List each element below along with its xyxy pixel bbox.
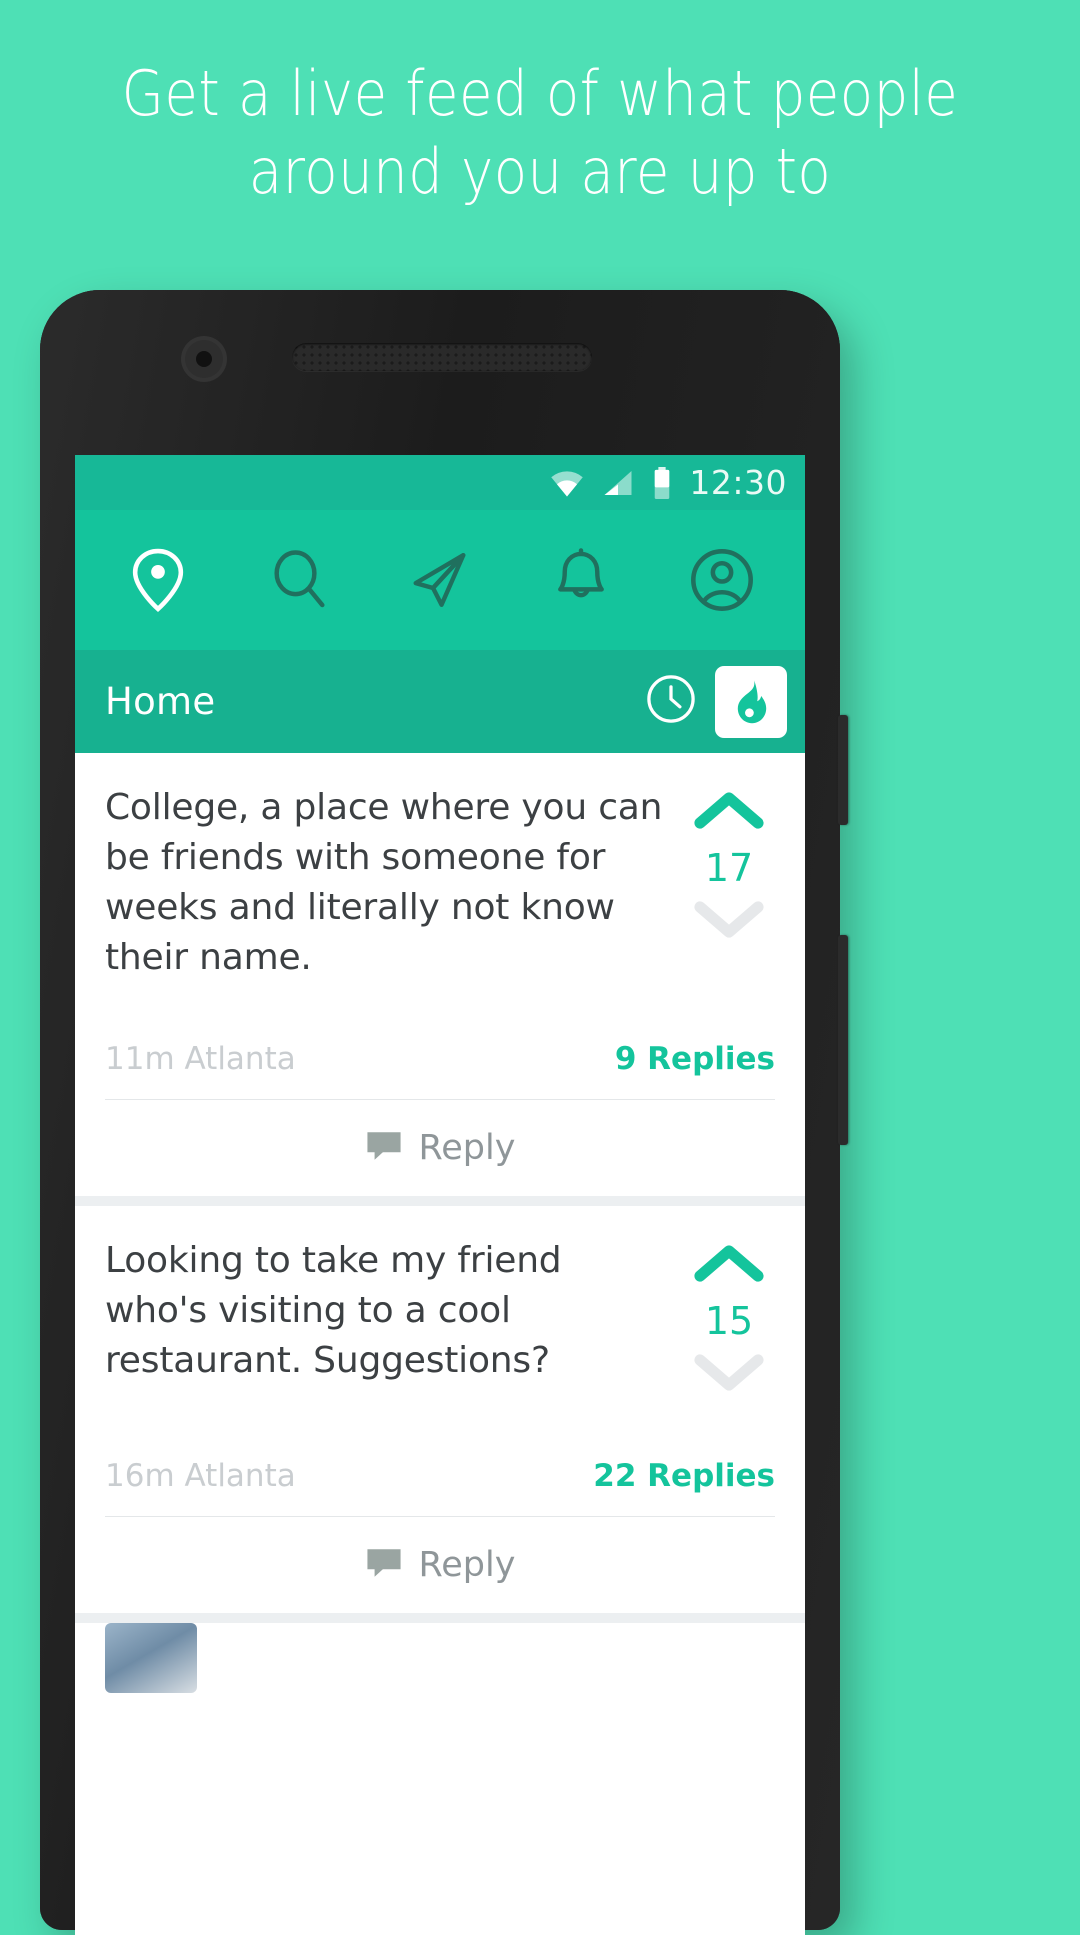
- profile-icon[interactable]: [685, 543, 759, 617]
- app-toolbar: [75, 510, 805, 650]
- promo-headline-line-1: Get a live feed of what people: [121, 57, 959, 130]
- phone-screen: 12:30 Home College, a place where you ca…: [75, 455, 805, 1935]
- upvote-icon[interactable]: [693, 1240, 765, 1291]
- reply-label: Reply: [418, 1128, 516, 1168]
- post-meta: 11m Atlanta 9 Replies: [105, 1041, 775, 1099]
- earpiece-speaker-icon: [292, 343, 592, 371]
- comment-bubble-icon: [365, 1130, 403, 1167]
- power-button[interactable]: [838, 715, 848, 825]
- cellular-signal-icon: [601, 468, 635, 498]
- location-pin-icon[interactable]: [121, 543, 195, 617]
- paper-plane-icon[interactable]: [403, 543, 477, 617]
- promo-headline: Get a live feed of what people around yo…: [65, 55, 1015, 211]
- wifi-icon: [549, 468, 585, 498]
- post-card[interactable]: College, a place where you can be friend…: [75, 753, 805, 1196]
- post-text: Looking to take my friend who's visiting…: [105, 1240, 562, 1381]
- feed-sort-actions: [645, 650, 787, 753]
- page-title: Home: [105, 680, 216, 723]
- post-feed[interactable]: College, a place where you can be friend…: [75, 753, 805, 1693]
- upvote-icon[interactable]: [693, 787, 765, 838]
- vote-column: 17: [683, 783, 775, 947]
- post-card-partial[interactable]: [75, 1623, 805, 1693]
- status-bar-time: 12:30: [689, 463, 787, 502]
- post-timestamp-location: 16m Atlanta: [105, 1458, 296, 1494]
- post-meta: 16m Atlanta 22 Replies: [105, 1458, 775, 1516]
- downvote-icon[interactable]: [693, 896, 765, 947]
- front-camera-icon: [185, 340, 223, 378]
- vote-count: 15: [704, 1299, 754, 1343]
- search-icon[interactable]: [262, 543, 336, 617]
- vote-column: 15: [683, 1236, 775, 1400]
- flame-icon[interactable]: [715, 665, 787, 738]
- status-bar: 12:30: [75, 455, 805, 510]
- reply-label: Reply: [418, 1545, 516, 1585]
- phone-mockup: 12:30 Home College, a place where you ca…: [40, 290, 848, 1935]
- battery-icon: [651, 466, 673, 499]
- post-replies-count[interactable]: 22 Replies: [593, 1458, 775, 1494]
- post-replies-count[interactable]: 9 Replies: [615, 1041, 775, 1077]
- post-thumbnail-image: [105, 1623, 197, 1693]
- post-timestamp-location: 11m Atlanta: [105, 1041, 296, 1077]
- clock-icon[interactable]: [645, 673, 697, 730]
- downvote-icon[interactable]: [693, 1349, 765, 1400]
- reply-button[interactable]: Reply: [105, 1517, 775, 1613]
- feed-header: Home: [75, 650, 805, 753]
- post-card[interactable]: Looking to take my friend who's visiting…: [75, 1206, 805, 1613]
- vote-count: 17: [704, 846, 754, 890]
- bell-icon[interactable]: [544, 543, 618, 617]
- reply-button[interactable]: Reply: [105, 1100, 775, 1196]
- volume-button[interactable]: [838, 935, 848, 1145]
- promo-headline-line-2: around you are up to: [248, 135, 832, 208]
- comment-bubble-icon: [365, 1547, 403, 1584]
- post-text: College, a place where you can be friend…: [105, 787, 663, 978]
